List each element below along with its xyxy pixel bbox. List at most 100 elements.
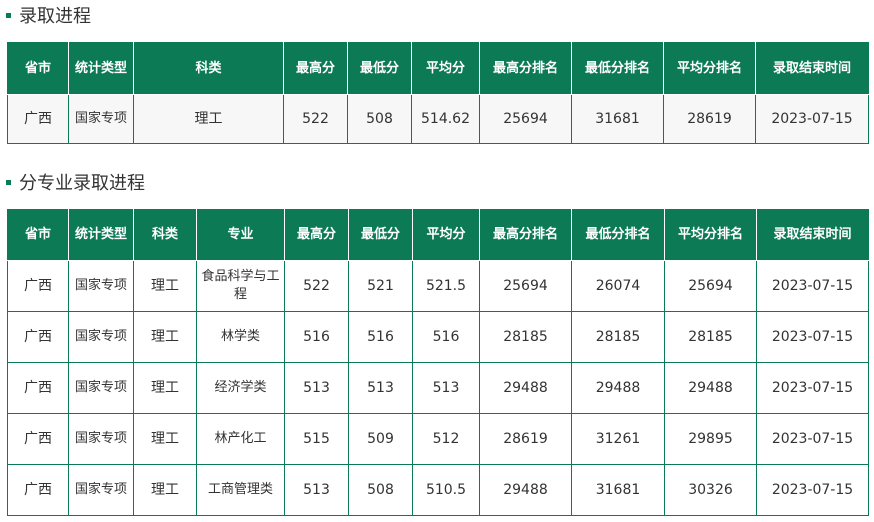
cell-major: 林学类 [196, 311, 285, 363]
cell-end-date: 2023-07-15 [756, 413, 869, 465]
header-subject: 科类 [133, 209, 197, 261]
header-avg-rank: 平均分排名 [663, 42, 756, 95]
cell-province: 广西 [7, 464, 69, 516]
cell-min-rank: 28185 [571, 311, 665, 363]
section-title-text: 录取进程 [19, 6, 91, 27]
cell-avg-score: 516 [412, 311, 480, 363]
cell-end-date: 2023-07-15 [756, 311, 869, 363]
cell-min-score: 508 [348, 464, 413, 516]
cell-stat-type: 国家专项 [68, 362, 134, 414]
cell-province: 广西 [7, 260, 69, 312]
header-avg-score: 平均分 [412, 209, 480, 261]
cell-subject: 理工 [133, 311, 197, 363]
header-min-score: 最低分 [348, 209, 413, 261]
header-stat-type: 统计类型 [68, 209, 134, 261]
table-row: 广西 国家专项 理工 食品科学与工程 522 521 521.5 25694 2… [7, 260, 869, 312]
table-header-row: 省市 统计类型 科类 专业 最高分 最低分 平均分 最高分排名 最低分排名 平均… [7, 209, 869, 261]
cell-province: 广西 [7, 362, 69, 414]
table-row: 广西 国家专项 理工 林产化工 515 509 512 28619 31261 … [7, 413, 869, 465]
cell-end-date: 2023-07-15 [756, 260, 869, 312]
header-max-score: 最高分 [284, 209, 349, 261]
cell-end-date: 2023-07-15 [756, 464, 869, 516]
header-subject: 科类 [133, 42, 284, 95]
cell-avg-rank: 28619 [663, 94, 756, 144]
cell-max-score: 513 [284, 362, 349, 414]
cell-stat-type: 国家专项 [68, 260, 134, 312]
header-min-rank: 最低分排名 [571, 42, 664, 95]
cell-avg-score: 521.5 [412, 260, 480, 312]
cell-avg-score: 510.5 [412, 464, 480, 516]
cell-min-score: 516 [348, 311, 413, 363]
table-row: 广西 国家专项 理工 工商管理类 513 508 510.5 29488 316… [7, 464, 869, 516]
cell-max-rank: 25694 [479, 260, 572, 312]
cell-min-score: 521 [348, 260, 413, 312]
cell-min-rank: 31681 [571, 94, 664, 144]
cell-max-score: 522 [284, 260, 349, 312]
cell-max-rank: 28619 [479, 413, 572, 465]
cell-province: 广西 [7, 94, 69, 144]
cell-min-rank: 26074 [571, 260, 665, 312]
header-max-rank: 最高分排名 [479, 209, 572, 261]
cell-avg-rank: 30326 [664, 464, 757, 516]
cell-province: 广西 [7, 311, 69, 363]
cell-subject: 理工 [133, 464, 197, 516]
header-stat-type: 统计类型 [68, 42, 134, 95]
cell-province: 广西 [7, 413, 69, 465]
cell-max-score: 522 [283, 94, 348, 144]
header-major: 专业 [196, 209, 285, 261]
cell-avg-rank: 29895 [664, 413, 757, 465]
square-bullet-icon [6, 180, 11, 185]
cell-stat-type: 国家专项 [68, 464, 134, 516]
header-min-score: 最低分 [347, 42, 412, 95]
header-max-score: 最高分 [283, 42, 348, 95]
cell-min-score: 513 [348, 362, 413, 414]
cell-subject: 理工 [133, 260, 197, 312]
header-avg-score: 平均分 [411, 42, 480, 95]
header-end-date: 录取结束时间 [755, 42, 869, 95]
cell-max-score: 513 [284, 464, 349, 516]
section-title-text: 分专业录取进程 [19, 173, 145, 194]
cell-major: 经济学类 [196, 362, 285, 414]
cell-subject: 理工 [133, 94, 284, 144]
cell-stat-type: 国家专项 [68, 94, 134, 144]
cell-major: 工商管理类 [196, 464, 285, 516]
header-province: 省市 [7, 42, 69, 95]
cell-subject: 理工 [133, 413, 197, 465]
cell-avg-rank: 25694 [664, 260, 757, 312]
admission-progress-table: 省市 统计类型 科类 最高分 最低分 平均分 最高分排名 最低分排名 平均分排名… [7, 42, 869, 144]
cell-major: 林产化工 [196, 413, 285, 465]
cell-avg-score: 513 [412, 362, 480, 414]
cell-avg-rank: 29488 [664, 362, 757, 414]
cell-max-score: 515 [284, 413, 349, 465]
cell-max-rank: 29488 [479, 464, 572, 516]
cell-avg-score: 512 [412, 413, 480, 465]
header-end-date: 录取结束时间 [756, 209, 869, 261]
major-admission-progress-table: 省市 统计类型 科类 专业 最高分 最低分 平均分 最高分排名 最低分排名 平均… [7, 209, 869, 516]
cell-end-date: 2023-07-15 [755, 94, 869, 144]
cell-stat-type: 国家专项 [68, 311, 134, 363]
table-row: 广西 国家专项 理工 522 508 514.62 25694 31681 28… [7, 94, 869, 144]
cell-min-rank: 31681 [571, 464, 665, 516]
table-row: 广西 国家专项 理工 经济学类 513 513 513 29488 29488 … [7, 362, 869, 414]
section-title-major-admission-progress: 分专业录取进程 [6, 170, 145, 194]
cell-min-score: 509 [348, 413, 413, 465]
cell-max-rank: 29488 [479, 362, 572, 414]
section-title-admission-progress: 录取进程 [6, 3, 91, 27]
header-province: 省市 [7, 209, 69, 261]
cell-min-rank: 29488 [571, 362, 665, 414]
cell-max-rank: 28185 [479, 311, 572, 363]
cell-max-score: 516 [284, 311, 349, 363]
cell-avg-score: 514.62 [411, 94, 480, 144]
header-avg-rank: 平均分排名 [664, 209, 757, 261]
cell-subject: 理工 [133, 362, 197, 414]
cell-max-rank: 25694 [479, 94, 572, 144]
header-min-rank: 最低分排名 [571, 209, 665, 261]
cell-end-date: 2023-07-15 [756, 362, 869, 414]
cell-min-score: 508 [347, 94, 412, 144]
header-max-rank: 最高分排名 [479, 42, 572, 95]
cell-avg-rank: 28185 [664, 311, 757, 363]
cell-major: 食品科学与工程 [196, 260, 285, 312]
table-row: 广西 国家专项 理工 林学类 516 516 516 28185 28185 2… [7, 311, 869, 363]
cell-stat-type: 国家专项 [68, 413, 134, 465]
table-header-row: 省市 统计类型 科类 最高分 最低分 平均分 最高分排名 最低分排名 平均分排名… [7, 42, 869, 95]
